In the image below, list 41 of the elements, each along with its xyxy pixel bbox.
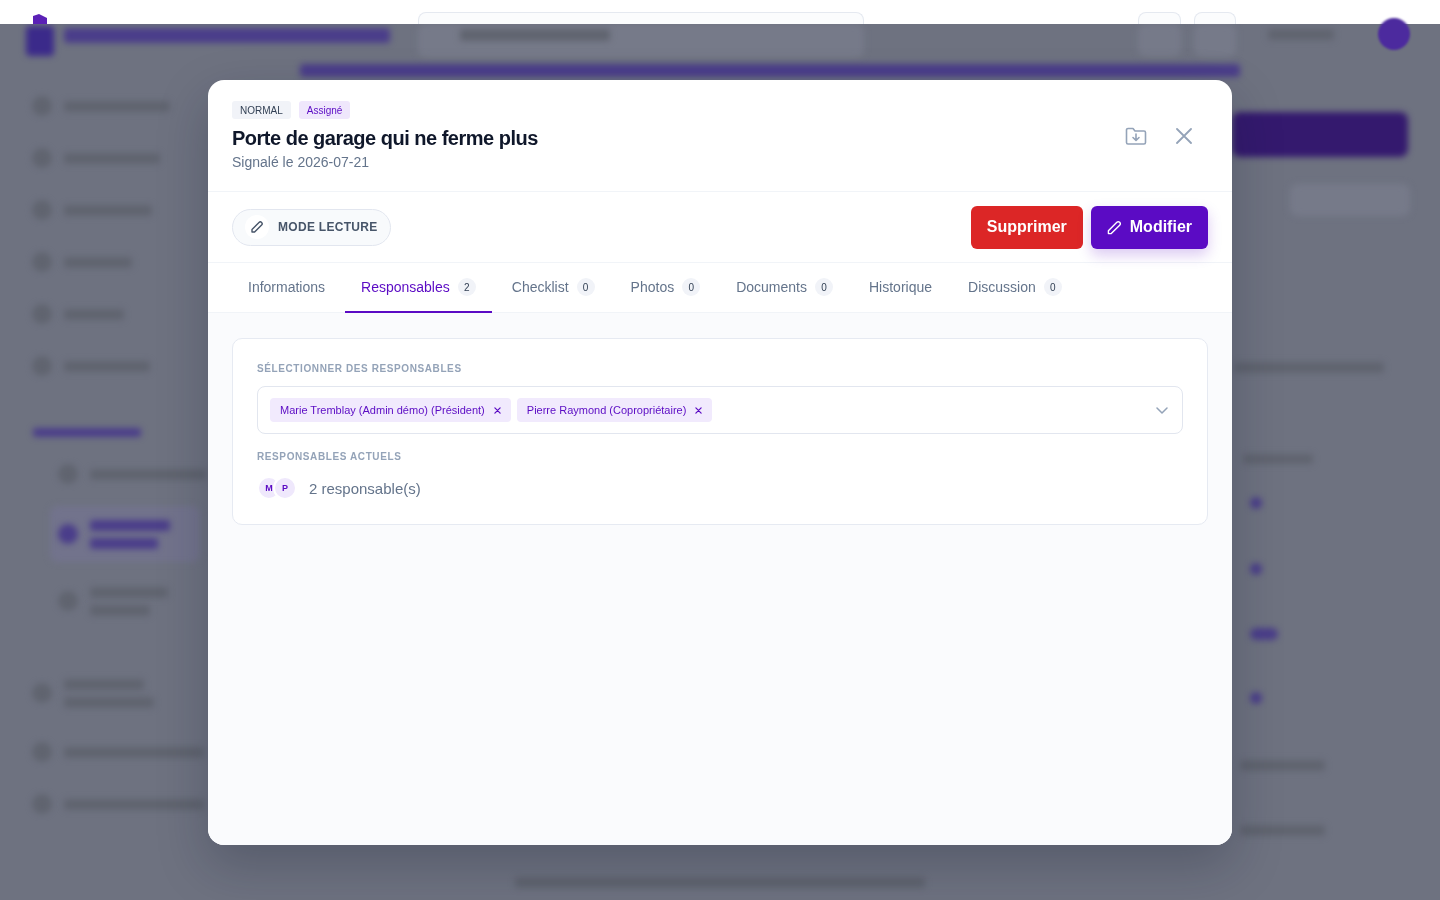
chip-label: Marie Tremblay (Admin démo) (Président): [280, 404, 485, 416]
blurred-text-line: [90, 538, 158, 549]
status-badge: Assigné: [298, 101, 351, 119]
read-mode-button[interactable]: MODE LECTURE: [232, 208, 391, 246]
close-icon[interactable]: [1176, 128, 1192, 144]
report-date: Signalé le 2026-07-21: [232, 154, 370, 171]
tab-count-badge: 0: [815, 278, 833, 296]
header-tile-outline: [1138, 12, 1181, 24]
tab-count-badge: 0: [576, 278, 595, 296]
blurred-icon: [1250, 692, 1262, 704]
header-tile-outline: [1194, 12, 1236, 24]
folder-download-icon[interactable]: [1125, 127, 1147, 145]
responsables-count: 2 responsable(s): [309, 479, 421, 497]
remove-icon[interactable]: [493, 406, 501, 414]
tab[interactable]: Informations: [232, 263, 342, 313]
field-label: RESPONSABLES ACTUELS: [257, 451, 403, 463]
pencil-icon: [245, 215, 269, 239]
edit-button[interactable]: Modifier: [1090, 205, 1208, 249]
tab-count-badge: 0: [682, 278, 701, 296]
tab[interactable]: Checklist 0: [495, 263, 611, 313]
status-badge: NORMAL: [232, 101, 291, 119]
responsables-select[interactable]: Marie Tremblay (Admin démo) (Président) Pierre Raymond (Copropriétaire): [257, 386, 1183, 434]
blurred-icon: [1250, 628, 1278, 640]
tab[interactable]: Discussion 0: [952, 263, 1078, 313]
tab-count-badge: 2: [457, 278, 476, 296]
avatar: P: [273, 476, 297, 500]
delete-button[interactable]: Supprimer: [970, 205, 1083, 249]
blurred-avatar: [1378, 18, 1410, 50]
remove-icon[interactable]: [695, 406, 703, 414]
chevron-down-icon[interactable]: [1156, 406, 1168, 414]
blurred-logo: [26, 26, 54, 56]
blurred-icon: [1250, 563, 1262, 575]
tab-count-badge: 0: [1043, 278, 1062, 296]
tab[interactable]: Documents 0: [720, 263, 849, 313]
dialog-title: Porte de garage qui ne ferme plus: [232, 126, 538, 150]
field-label: SÉLECTIONNER DES RESPONSABLES: [257, 363, 463, 375]
tab[interactable]: Historique: [853, 263, 948, 313]
chip-label: Pierre Raymond (Copropriétaire): [526, 404, 687, 416]
pencil-icon: [1106, 219, 1122, 235]
blurred-icon: [1250, 497, 1262, 509]
tab[interactable]: Photos 0: [614, 263, 717, 313]
